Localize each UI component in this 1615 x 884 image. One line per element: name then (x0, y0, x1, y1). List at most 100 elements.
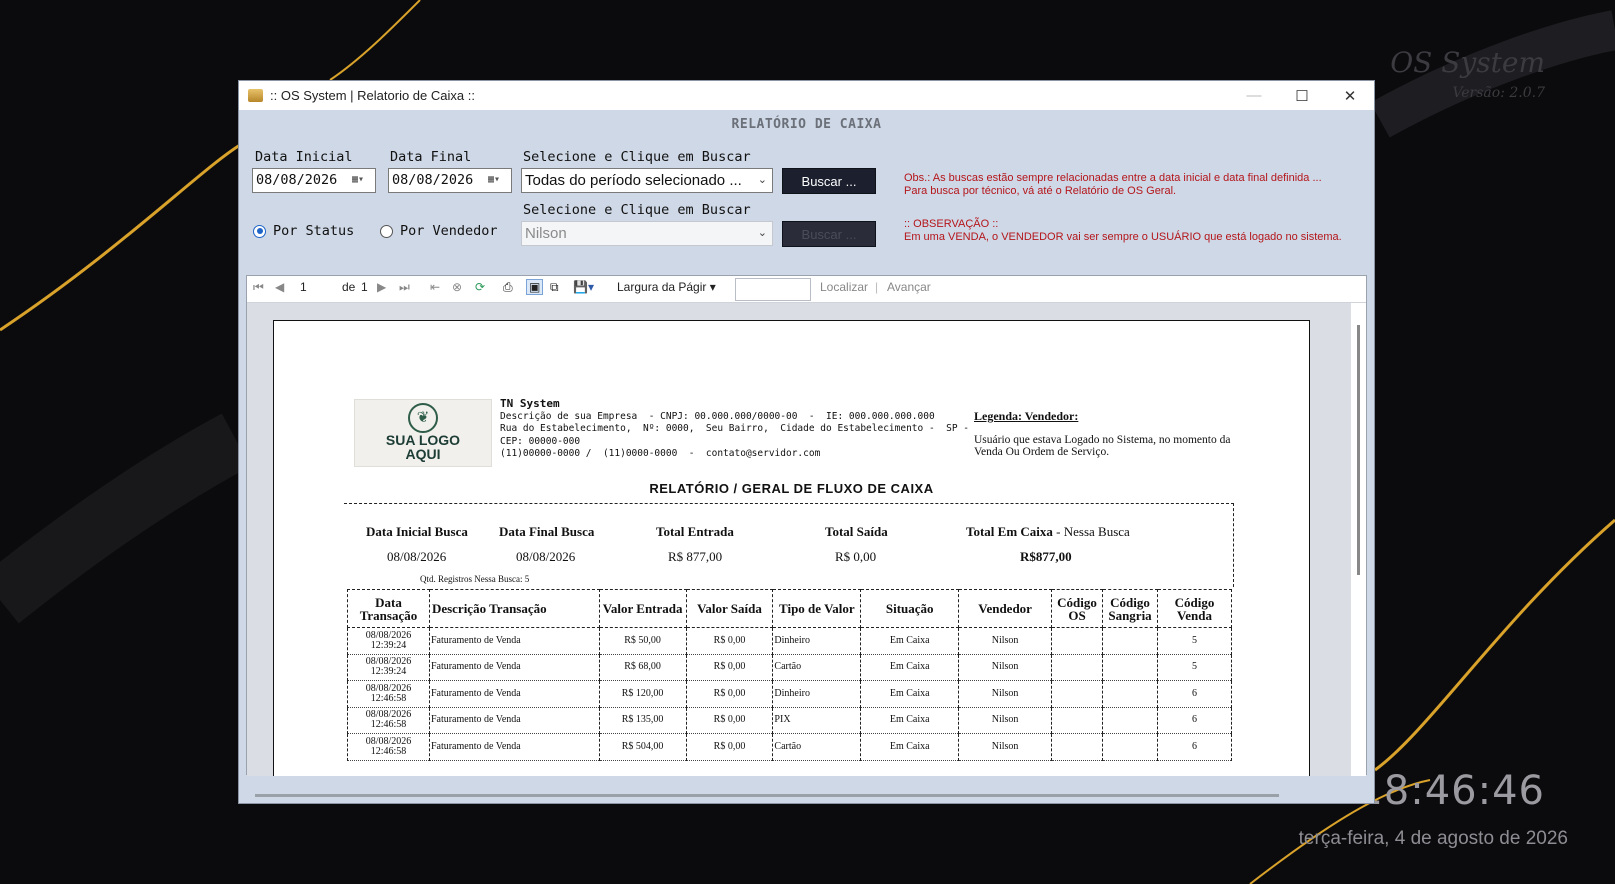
observacao-text: Em uma VENDA, o VENDEDOR vai ser sempre … (904, 231, 1342, 243)
cell-codigo-os (1051, 707, 1104, 734)
table-row: 08/08/2026 12:39:24 Faturamento de Venda … (347, 627, 1232, 655)
calendar-icon[interactable]: ▦▾ (488, 174, 508, 187)
data-inicial-value: 08/08/2026 (256, 172, 338, 188)
report-window: :: OS System | Relatorio de Caixa :: — ☐… (238, 80, 1375, 804)
transactions-table: Data Transação Descrição Transação Valor… (347, 589, 1232, 761)
report-title: RELATÓRIO / GERAL DE FLUXO DE CAIXA (649, 481, 934, 496)
cell-saida: R$ 0,00 (685, 680, 774, 708)
calendar-icon[interactable]: ▦▾ (352, 174, 372, 187)
horizontal-scrollbar-thumb[interactable] (255, 794, 1279, 797)
col-tipo: Tipo de Valor (772, 589, 862, 628)
data-final-picker[interactable]: 08/08/2026 ▦▾ (388, 168, 512, 193)
cell-codigo-sangria (1102, 654, 1158, 681)
cell-entrada: R$ 504,00 (598, 733, 687, 761)
next-page-icon[interactable]: ▶ (377, 280, 386, 294)
data-inicial-picker[interactable]: 08/08/2026 ▦▾ (252, 168, 376, 193)
report-viewer: ⏮ ◀ 1 de 1 ▶ ⏭ ⇤ ⊗ ⟳ ⎙ ▣ ⧉ 💾▾ Largura da… (246, 275, 1367, 776)
next-match-button[interactable]: Avançar (887, 280, 931, 294)
radio-por-vendedor[interactable]: Por Vendedor (380, 223, 498, 239)
desktop-brand: OS System Versão: 2.0.7 (1390, 46, 1545, 101)
cell-entrada: R$ 135,00 (598, 707, 687, 734)
stop-icon[interactable]: ⊗ (452, 280, 462, 294)
chevron-down-icon: ▾ (709, 280, 716, 294)
back-icon[interactable]: ⇤ (430, 280, 440, 294)
observacao-title: :: OBSERVAÇÃO :: (904, 218, 999, 230)
cell-codigo-sangria (1102, 627, 1158, 655)
toolbar-separator: | (875, 280, 879, 294)
find-button[interactable]: Localizar (820, 280, 868, 294)
cell-codigo-os (1051, 733, 1104, 761)
cell-situacao: Em Caixa (860, 707, 960, 734)
col-saida: Valor Saída (685, 589, 774, 628)
cell-codigo-venda: 6 (1157, 707, 1232, 734)
select-label-status: Selecione e Clique em Buscar (523, 149, 751, 165)
export-icon[interactable]: 💾▾ (573, 280, 594, 294)
last-page-icon[interactable]: ⏭ (399, 280, 410, 295)
cell-codigo-venda: 6 (1157, 733, 1232, 761)
status-select-value: Todas do período selecionado ... (525, 172, 742, 189)
buscar-status-button[interactable]: Buscar ... (782, 168, 876, 194)
find-text-input[interactable] (735, 278, 811, 301)
refresh-icon[interactable]: ⟳ (475, 280, 485, 294)
brand-version: Versão: 2.0.7 (1452, 85, 1545, 101)
cell-entrada: R$ 120,00 (598, 680, 687, 708)
cell-tipo: Dinheiro (772, 680, 862, 708)
maximize-button[interactable]: ☐ (1278, 81, 1326, 110)
cell-tipo: Cartão (772, 733, 862, 761)
company-line-1: Descrição de sua Empresa - CNPJ: 00.000.… (500, 410, 935, 422)
col-data: Data Transação (347, 589, 430, 628)
cell-descricao: Faturamento de Venda (428, 680, 600, 708)
titlebar[interactable]: :: OS System | Relatorio de Caixa :: — ☐… (239, 81, 1374, 110)
cell-codigo-venda: 5 (1157, 627, 1232, 655)
radio-dot-unchecked[interactable] (380, 224, 393, 238)
company-line-4: (11)00000-0000 / (11)0000-0000 - contato… (500, 448, 821, 459)
obs-note: Obs.: As buscas estão sempre relacionada… (904, 172, 1322, 198)
cell-data: 08/08/2026 12:46:58 (347, 733, 430, 761)
buscar-vendedor-button[interactable]: Buscar ... (782, 221, 876, 247)
col-descricao: Descrição Transação (428, 589, 600, 628)
page-setup-icon[interactable]: ⧉ (550, 280, 559, 295)
cell-tipo: Dinheiro (772, 627, 862, 655)
summary-saida-value: R$ 0,00 (835, 549, 877, 564)
cell-entrada: R$ 50,00 (598, 627, 687, 655)
cell-descricao: Faturamento de Venda (428, 627, 600, 655)
report-page: ❦ SUA LOGO AQUI TN System Descrição de su… (273, 320, 1310, 776)
viewer-toolbar: ⏮ ◀ 1 de 1 ▶ ⏭ ⇤ ⊗ ⟳ ⎙ ▣ ⧉ 💾▾ Largura da… (247, 276, 1366, 303)
horizontal-scrollbar[interactable] (239, 789, 1374, 803)
logo-text-line1: SUA LOGO (385, 432, 461, 448)
cell-situacao: Em Caixa (860, 627, 960, 655)
close-button[interactable]: ✕ (1326, 81, 1374, 110)
cell-situacao: Em Caixa (860, 654, 960, 681)
vertical-scrollbar-thumb[interactable] (1357, 325, 1360, 575)
print-layout-icon[interactable]: ▣ (526, 279, 544, 295)
radio-por-status[interactable]: Por Status (253, 223, 354, 239)
status-select[interactable]: Todas do período selecionado ... ⌄ (521, 168, 773, 193)
page-number-input[interactable]: 1 (300, 280, 307, 294)
zoom-value: Largura da Págir (617, 280, 707, 294)
leaf-icon: ❦ (408, 403, 438, 433)
window-title: :: OS System | Relatorio de Caixa :: (270, 88, 475, 103)
first-page-icon[interactable]: ⏮ (253, 280, 264, 295)
radio-por-status-label: Por Status (273, 223, 355, 239)
cell-descricao: Faturamento de Venda (428, 707, 600, 734)
cell-data: 08/08/2026 12:46:58 (347, 707, 430, 734)
data-final-value: 08/08/2026 (392, 172, 474, 188)
col-codigo-venda: Código Venda (1157, 589, 1232, 628)
table-row: 08/08/2026 12:39:24 Faturamento de Venda … (347, 654, 1232, 681)
minimize-button[interactable]: — (1230, 81, 1278, 110)
radio-dot-checked[interactable] (253, 224, 266, 238)
zoom-select[interactable]: Largura da Págir ▾ (617, 280, 716, 294)
select-label-vendedor: Selecione e Clique em Buscar (523, 202, 751, 218)
prev-page-icon[interactable]: ◀ (275, 280, 284, 294)
vendedor-select[interactable]: Nilson ⌄ (521, 221, 773, 246)
cell-data: 08/08/2026 12:39:24 (347, 627, 430, 655)
vertical-scrollbar[interactable] (1351, 303, 1366, 776)
print-icon[interactable]: ⎙ (503, 280, 513, 295)
report-canvas[interactable]: ❦ SUA LOGO AQUI TN System Descrição de su… (247, 303, 1353, 776)
cell-descricao: Faturamento de Venda (428, 654, 600, 681)
legend-text: Usuário que estava Logado no Sistema, no… (974, 434, 1231, 458)
cell-data: 08/08/2026 12:46:58 (347, 680, 430, 708)
summary-caixa-header: Total Em Caixa - Nessa Busca (966, 524, 1130, 540)
logo-text-line2: AQUI (405, 446, 441, 462)
cell-codigo-venda: 5 (1157, 654, 1232, 681)
